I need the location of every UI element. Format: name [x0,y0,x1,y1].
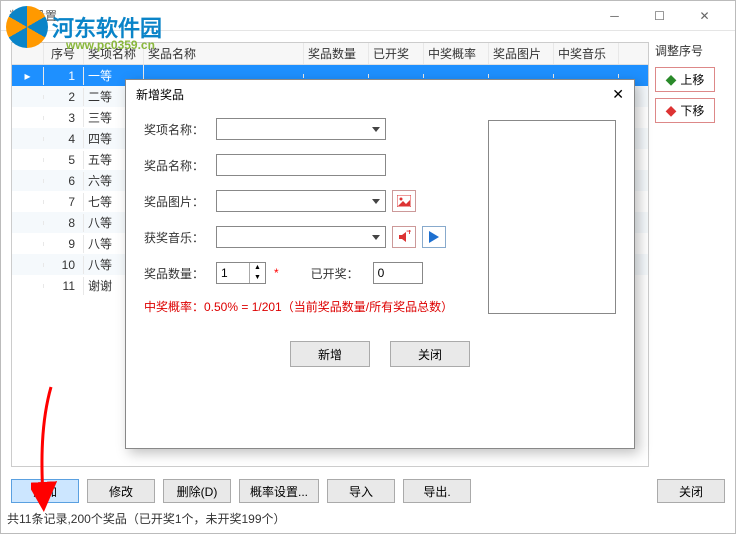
move-up-label: 上移 [680,71,704,88]
speaker-icon: + [397,230,411,244]
col-image[interactable]: 奖品图片 [489,43,554,64]
already-label: 已开奖： [311,265,367,282]
dialog-close-button-2[interactable]: 关闭 [390,341,470,367]
already-input[interactable] [373,262,423,284]
prize-music-label: 获奖音乐： [144,229,210,246]
add-button[interactable]: 添加 [11,479,79,503]
play-music-button[interactable] [422,226,446,248]
prize-image-select[interactable] [216,190,386,212]
col-prize-qty[interactable]: 奖品数量 [304,43,369,64]
spin-up-icon[interactable]: ▲ [249,263,265,273]
maximize-button[interactable]: ☐ [637,2,682,30]
add-prize-dialog: 新增奖品 ✕ 奖项名称： 奖品名称： 奖品图片： 获奖音乐： [125,79,635,449]
play-icon [429,231,439,243]
import-button[interactable]: 导入 [327,479,395,503]
browse-music-button[interactable]: + [392,226,416,248]
prize-qty-spinner[interactable]: ▲▼ [216,262,266,284]
window-title: 奖品设置 [9,7,57,24]
close-button[interactable]: ✕ [682,2,727,30]
probability-button[interactable]: 概率设置... [239,479,319,503]
delete-button[interactable]: 删除(D) [163,479,231,503]
move-down-button[interactable]: ◆ 下移 [655,98,715,123]
col-prize-name[interactable]: 奖品名称 [144,43,304,64]
prize-name-input[interactable] [216,154,386,176]
svg-text:+: + [406,230,411,238]
col-prob[interactable]: 中奖概率 [424,43,489,64]
col-already[interactable]: 已开奖 [369,43,424,64]
dialog-titlebar: 新增奖品 ✕ [126,80,634,108]
minimize-button[interactable]: ─ [592,2,637,30]
close-main-button[interactable]: 关闭 [657,479,725,503]
prize-name-label: 奖品名称： [144,157,210,174]
grid-header: 序号 奖项名称 奖品名称 奖品数量 已开奖 中奖概率 奖品图片 中奖音乐 [12,43,648,65]
required-mark: * [274,266,279,280]
arrow-up-icon: ◆ [666,71,677,88]
col-seq[interactable]: 序号 [44,43,84,64]
arrow-down-icon: ◆ [666,102,677,119]
col-indicator [12,43,44,64]
status-bar: 共11条记录,200个奖品（已开奖1个，未开奖199个） [7,510,729,527]
edit-button[interactable]: 修改 [87,479,155,503]
spin-down-icon[interactable]: ▼ [249,273,265,283]
dialog-add-button[interactable]: 新增 [290,341,370,367]
prize-qty-input[interactable] [217,263,249,283]
reorder-panel: 调整序号 ◆ 上移 ◆ 下移 [655,42,725,467]
prize-music-select[interactable] [216,226,386,248]
dialog-title: 新增奖品 [136,86,184,103]
titlebar: 奖品设置 ─ ☐ ✕ [1,1,735,31]
window-controls: ─ ☐ ✕ [592,2,727,30]
prize-image-label: 奖品图片： [144,193,210,210]
col-music[interactable]: 中奖音乐 [554,43,619,64]
image-preview [488,120,616,314]
move-up-button[interactable]: ◆ 上移 [655,67,715,92]
award-name-select[interactable] [216,118,386,140]
action-bar: 添加 修改 删除(D) 概率设置... 导入 导出. 关闭 [11,479,725,503]
col-award-name[interactable]: 奖项名称 [84,43,144,64]
browse-image-button[interactable] [392,190,416,212]
dialog-close-button[interactable]: ✕ [612,86,624,103]
reorder-label: 调整序号 [655,42,725,59]
image-icon [397,195,411,207]
prize-qty-label: 奖品数量： [144,265,210,282]
move-down-label: 下移 [680,102,704,119]
award-name-label: 奖项名称： [144,121,210,138]
export-button[interactable]: 导出. [403,479,471,503]
